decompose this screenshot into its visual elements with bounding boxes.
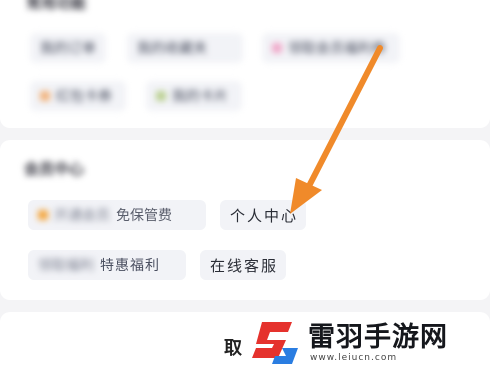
watermark-url: www.leiucn.com [310, 352, 398, 363]
member-center-title: 会员中心 [24, 160, 85, 178]
red-packet-chip-label: 红包卡券 [56, 89, 112, 105]
watermark-title: 雷羽手游网 [308, 321, 448, 353]
cancel-button[interactable]: 取 [224, 334, 242, 360]
common-functions-card: 常用功能 我的订单 我的收藏夹 领取会员福利券 红包卡券 我的卡片 [0, 0, 490, 128]
open-membership-label: 开通会员 [54, 208, 110, 224]
favorites-chip[interactable]: 我的收藏夹 [127, 33, 243, 63]
orders-chip-label: 我的订单 [40, 41, 96, 57]
get-benefits-label: 领取福利 [38, 258, 94, 274]
membership-icon [38, 210, 48, 220]
member-center-card: 会员中心 开通会员 免保管费 个人中心 领取福利 特惠福利 在线客服 [0, 140, 490, 300]
personal-center-chip[interactable]: 个人中心 [220, 200, 306, 230]
personal-center-label: 个人中心 [230, 206, 299, 225]
my-card-chip-label: 我的卡片 [172, 89, 228, 105]
red-packet-chip[interactable]: 红包卡券 [30, 81, 126, 111]
coupon-icon [272, 43, 282, 53]
orders-chip[interactable]: 我的订单 [30, 33, 106, 63]
watermark-logo-icon [252, 321, 298, 364]
open-membership-chip[interactable]: 开通会员 免保管费 [28, 200, 206, 230]
my-card-chip[interactable]: 我的卡片 [146, 81, 242, 111]
member-coupon-chip[interactable]: 领取会员福利券 [262, 33, 400, 63]
member-coupon-chip-label: 领取会员福利券 [288, 41, 386, 57]
get-benefits-chip[interactable]: 领取福利 特惠福利 [28, 250, 186, 280]
common-functions-title: 常用功能 [26, 0, 87, 12]
watermark: 雷羽手游网 www.leiucn.com [248, 312, 490, 373]
special-benefits-label: 特惠福利 [100, 258, 160, 274]
red-packet-icon [40, 91, 50, 101]
favorites-chip-label: 我的收藏夹 [137, 41, 207, 57]
online-service-label: 在线客服 [210, 256, 279, 275]
online-service-chip[interactable]: 在线客服 [200, 250, 286, 280]
free-storage-label: 免保管费 [116, 208, 172, 224]
card-icon [156, 91, 166, 101]
